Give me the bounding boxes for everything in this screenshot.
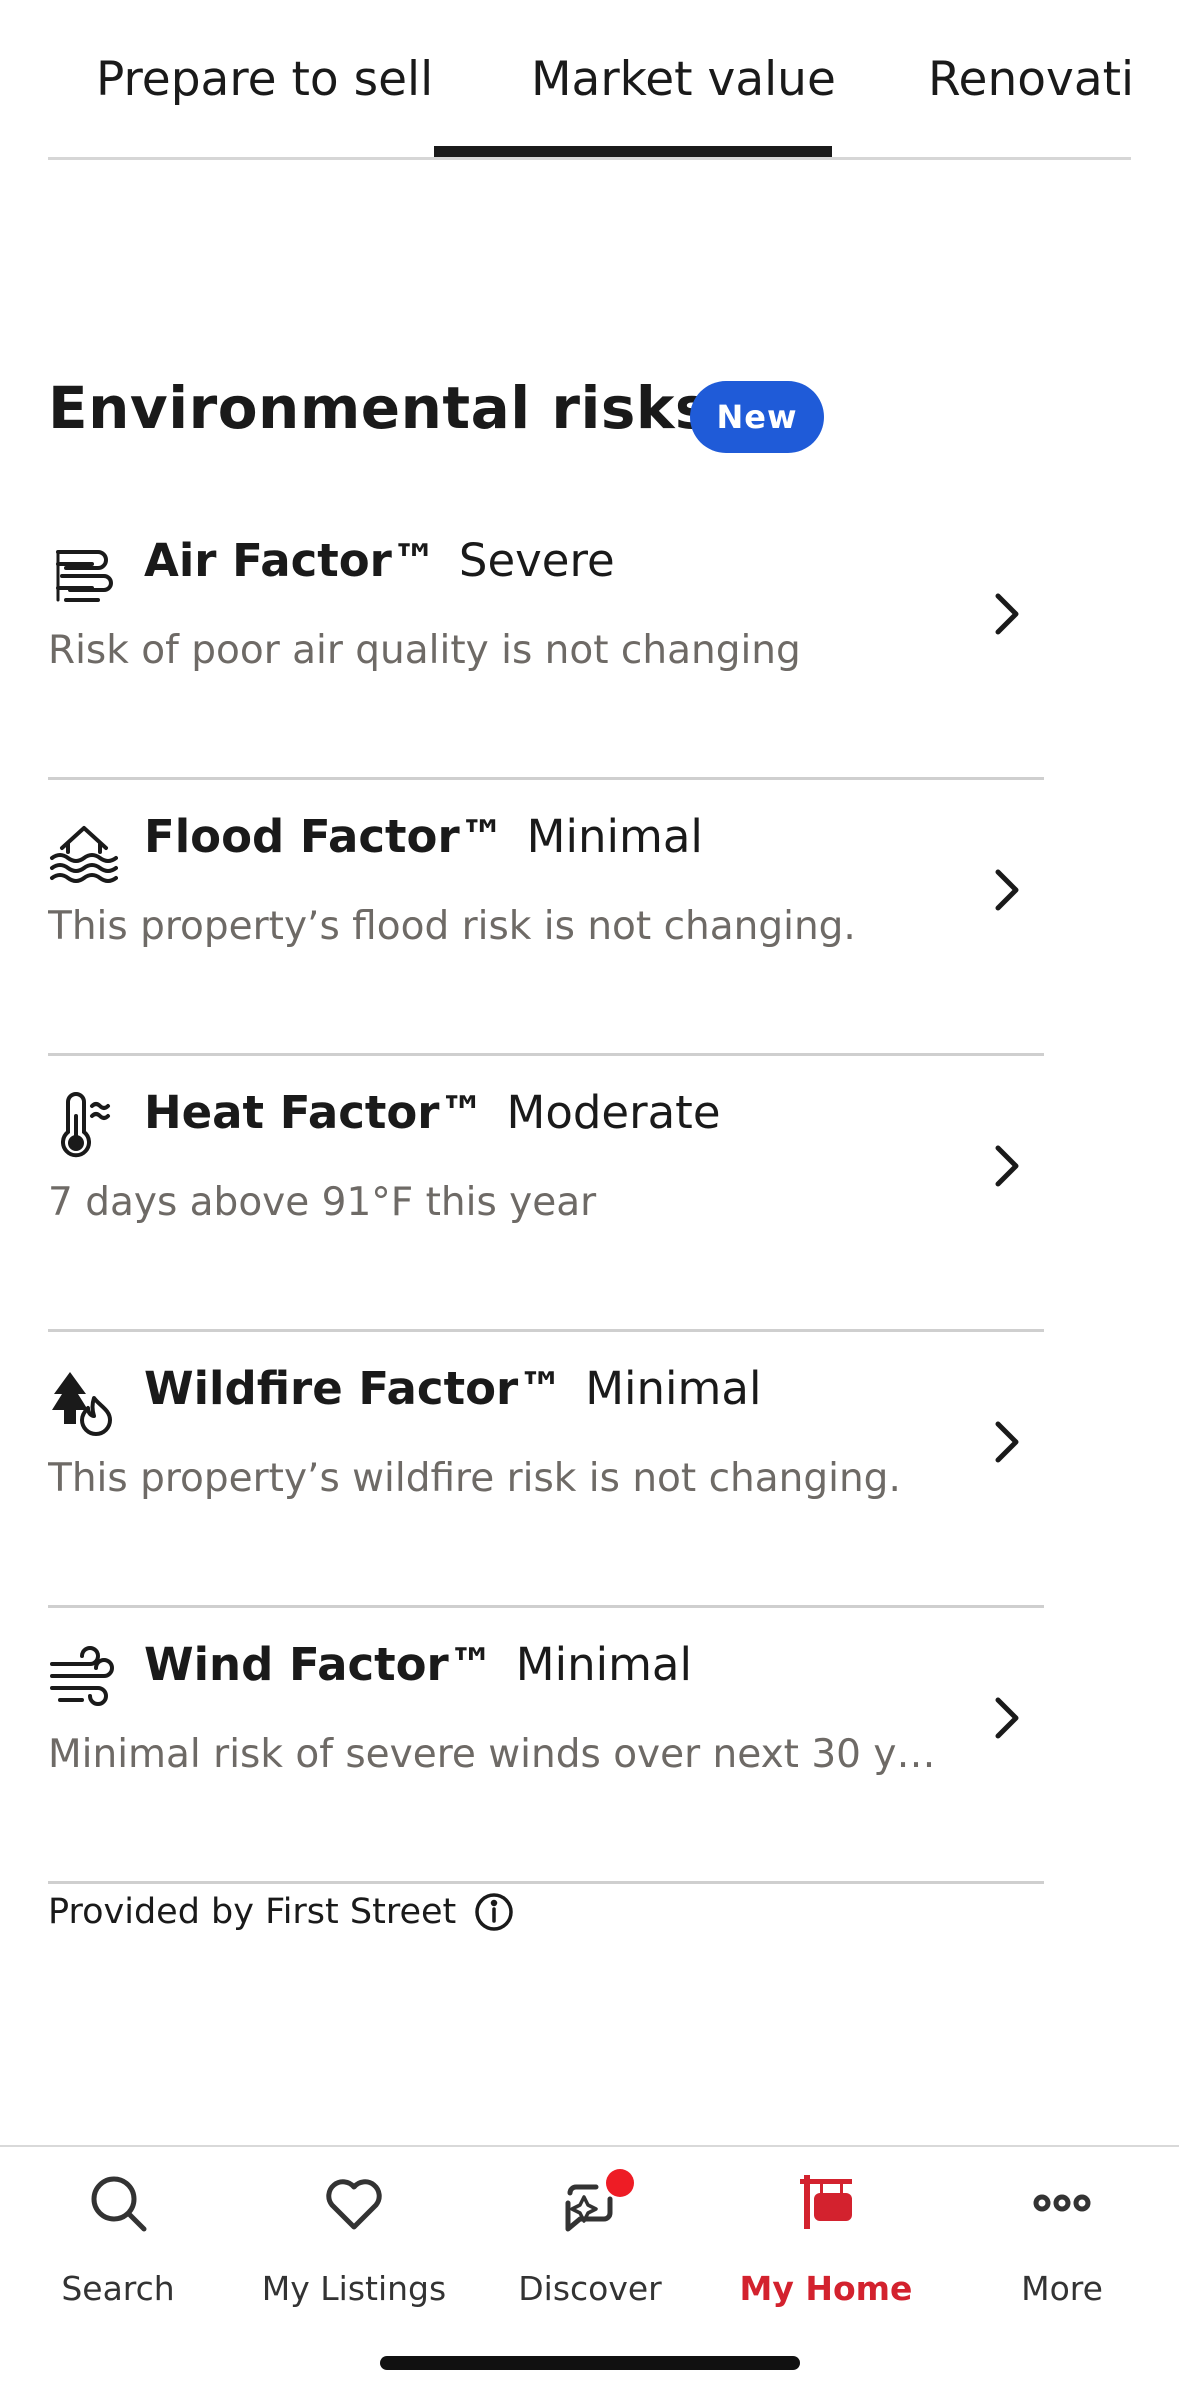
- provider-text: Provided by First Street: [48, 1892, 457, 1932]
- air-icon: [48, 540, 118, 610]
- risk-name: Wind Factor™: [144, 1638, 494, 1691]
- nav-my-home[interactable]: My Home: [708, 2167, 944, 2337]
- search-icon: [88, 2173, 148, 2233]
- risk-row-wildfire[interactable]: Wildfire Factor™ Minimal This property’s …: [48, 1332, 1044, 1608]
- chevron-right-icon: [988, 584, 1028, 644]
- nav-discover[interactable]: Discover: [472, 2167, 708, 2337]
- heart-icon: [324, 2173, 384, 2233]
- thermometer-icon: [48, 1092, 118, 1162]
- risk-name: Air Factor™: [144, 534, 437, 587]
- risk-level: Minimal: [585, 1362, 762, 1415]
- chevron-right-icon: [988, 1688, 1028, 1748]
- risk-level: Minimal: [515, 1638, 693, 1691]
- active-tab-indicator: [434, 146, 832, 157]
- risk-description: This property’s wildfire risk is not cha…: [48, 1456, 901, 1501]
- risk-level: Severe: [458, 534, 615, 587]
- nav-label: My Home: [739, 2269, 913, 2308]
- wildfire-icon: [48, 1368, 118, 1438]
- risk-row-flood[interactable]: Flood Factor™ Minimal This property’s flo…: [48, 780, 1044, 1056]
- chevron-right-icon: [988, 1136, 1028, 1196]
- flood-icon: [48, 816, 118, 886]
- nav-label: My Listings: [261, 2269, 447, 2308]
- nav-my-listings[interactable]: My Listings: [236, 2167, 472, 2337]
- risk-title-air: Air Factor™ Severe: [144, 534, 615, 587]
- wind-icon: [48, 1644, 118, 1714]
- risk-row-wind[interactable]: Wind Factor™ Minimal Minimal risk of seve…: [48, 1608, 1044, 1884]
- chevron-right-icon: [988, 860, 1028, 920]
- info-icon[interactable]: [472, 1890, 516, 1934]
- nav-label: Search: [61, 2269, 175, 2308]
- risk-row-air[interactable]: Air Factor™ Severe Risk of poor air quali…: [48, 504, 1044, 780]
- nav-label: More: [1021, 2269, 1103, 2308]
- home-sign-icon: [796, 2173, 856, 2233]
- risk-name: Flood Factor™: [144, 810, 505, 863]
- risk-title-flood: Flood Factor™ Minimal: [144, 810, 703, 863]
- tab-bar: Prepare to sell Market value Renovati: [48, 0, 1131, 160]
- new-badge: New: [690, 381, 824, 453]
- risk-name: Wildfire Factor™: [144, 1362, 564, 1415]
- risk-title-wind: Wind Factor™ Minimal: [144, 1638, 692, 1691]
- nav-label: Discover: [518, 2269, 662, 2308]
- risk-title-wildfire: Wildfire Factor™ Minimal: [144, 1362, 761, 1415]
- more-icon: [1032, 2173, 1092, 2233]
- risk-description: This property’s flood risk is not changi…: [48, 904, 856, 949]
- notification-dot: [606, 2169, 634, 2197]
- tab-renovations[interactable]: Renovati: [928, 52, 1131, 107]
- risk-description: 7 days above 91°F this year: [48, 1180, 597, 1225]
- tab-market-value[interactable]: Market value: [531, 52, 836, 107]
- section-title: Environmental risks: [48, 374, 710, 442]
- risk-description: Risk of poor air quality is not changing: [48, 628, 801, 673]
- risk-level: Moderate: [506, 1086, 721, 1139]
- risk-row-heat[interactable]: Heat Factor™ Moderate 7 days above 91°F t…: [48, 1056, 1044, 1332]
- risk-name: Heat Factor™: [144, 1086, 485, 1139]
- chevron-right-icon: [988, 1412, 1028, 1472]
- risk-description: Minimal risk of severe winds over next 3…: [48, 1732, 936, 1777]
- tab-prepare-to-sell[interactable]: Prepare to sell: [96, 52, 433, 107]
- provider-note: Provided by First Street: [48, 1890, 516, 1934]
- page: Prepare to sell Market value Renovati En…: [0, 0, 1179, 2396]
- nav-search[interactable]: Search: [0, 2167, 236, 2337]
- home-indicator: [380, 2356, 800, 2370]
- risk-level: Minimal: [526, 810, 703, 863]
- risk-title-heat: Heat Factor™ Moderate: [144, 1086, 721, 1139]
- nav-more[interactable]: More: [944, 2167, 1179, 2337]
